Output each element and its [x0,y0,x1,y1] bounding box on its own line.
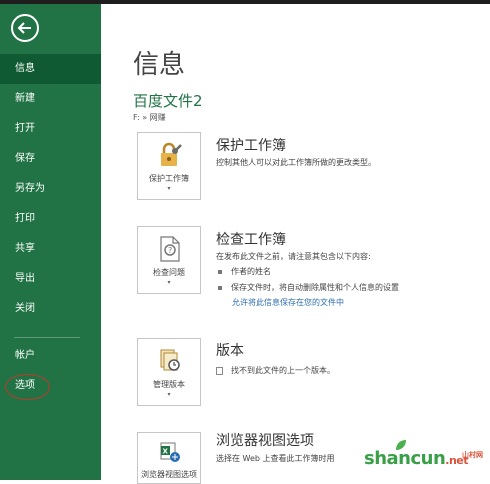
protect-workbook-button[interactable]: 保护工作簿 ▾ [137,132,201,200]
manage-versions-button[interactable]: 管理版本 ▾ [137,338,201,406]
sidebar-item-new[interactable]: 新建 [0,84,101,114]
sidebar-item-info[interactable]: 信息 [0,54,101,84]
sidebar-item-export[interactable]: 导出 [0,264,101,294]
inspect-document-icon: ? [160,236,180,262]
sidebar-item-share[interactable]: 共享 [0,234,101,264]
dropdown-caret-icon: ▾ [167,279,171,286]
inspect-workbook-title: 检查工作簿 [216,232,286,248]
watermark-cn-text: 山村网 [462,451,483,459]
allow-save-info-link[interactable]: 允许将此信息保存在您的文件中 [232,297,344,308]
check-issues-button[interactable]: ? 检查问题 ▾ [137,226,201,294]
page-title: 信息 [133,50,186,80]
browser-view-options-tile-label: 浏览器视图选项 [141,470,197,479]
browser-view-options-description: 选择在 Web 上查看此工作簿时用 [216,454,335,463]
lock-key-icon [161,142,182,166]
document-name: 百度文件2 [133,92,203,110]
sidebar-item-close[interactable]: 关闭 [0,294,101,324]
watermark-logo: shancun.net [364,448,469,469]
bullet-square-icon [218,285,222,290]
document-path: F: » 网赚 [133,113,166,122]
sidebar-item-save[interactable]: 保存 [0,144,101,174]
check-issues-tile-label: 检查问题 [153,268,185,277]
protect-workbook-tile-label: 保护工作簿 [149,174,189,183]
svg-text:?: ? [168,246,172,255]
dropdown-caret-icon: ▾ [167,185,171,192]
sidebar-item-save-as[interactable]: 另存为 [0,174,101,204]
inspect-workbook-description: 在发布此文件之前，请注意其包含以下内容: [216,252,371,261]
protect-workbook-title: 保护工作簿 [216,138,286,154]
dropdown-caret-icon: ▾ [167,391,171,398]
sidebar-item-account[interactable]: 帐户 [0,341,101,371]
document-icon [216,366,223,375]
sidebar-item-print[interactable]: 打印 [0,204,101,234]
bullet-item: 保存文件时，将自动删除属性和个人信息的设置 [218,282,399,293]
info-pane: 信息 百度文件2 F: » 网赚 保护工作簿 ▾ 保护工作簿 控制其他人可以对此… [101,4,490,484]
options-highlight-circle [5,374,50,400]
manage-versions-icon [160,349,180,371]
browser-view-options-title: 浏览器视图选项 [216,433,314,449]
back-button[interactable] [11,14,39,42]
excel-browser-view-icon: X [160,442,180,462]
bullet-square-icon [218,269,222,274]
versions-title: 版本 [216,343,244,359]
protect-workbook-description: 控制其他人可以对此工作簿所做的更改类型。 [216,158,376,167]
backstage-sidebar: 信息 新建 打开 保存 另存为 打印 共享 导出 关闭 帐户 选项 [0,4,101,480]
sidebar-divider [14,337,80,338]
versions-description: 找不到此文件的上一个版本。 [216,365,335,376]
manage-versions-tile-label: 管理版本 [153,380,185,389]
bullet-item: 作者的姓名 [218,266,271,277]
svg-text:X: X [163,448,169,456]
browser-view-options-button[interactable]: X 浏览器视图选项 [137,432,201,484]
back-arrow-icon [17,22,31,34]
sidebar-item-open[interactable]: 打开 [0,114,101,144]
